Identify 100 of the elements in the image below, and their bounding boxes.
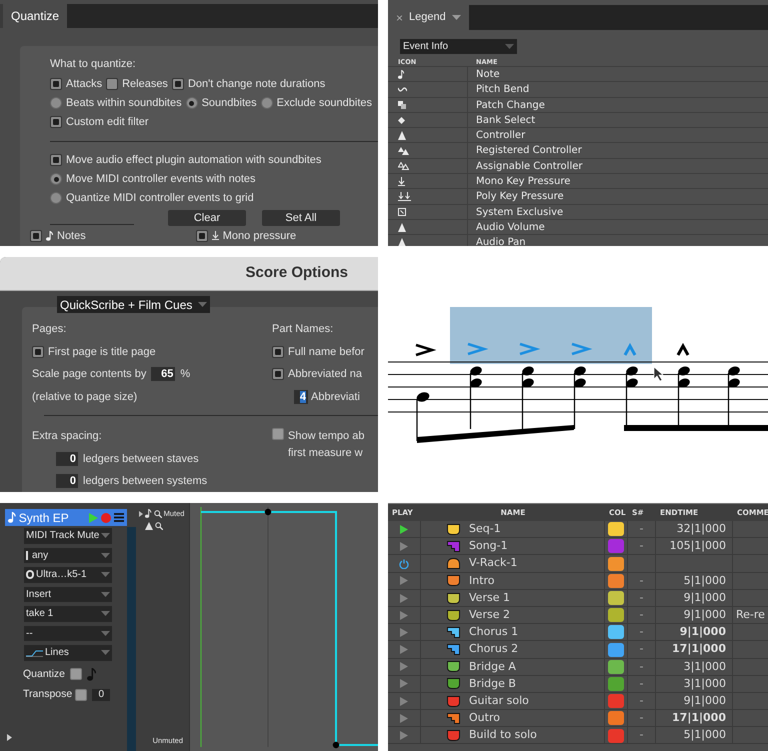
action-button[interactable]: Clear — [168, 210, 246, 226]
color-swatch[interactable] — [608, 728, 624, 742]
checkbox[interactable] — [196, 230, 208, 242]
color-swatch[interactable] — [608, 676, 624, 691]
track-name: Bridge B — [469, 676, 516, 692]
color-swatch[interactable] — [608, 625, 624, 640]
play-icon[interactable] — [400, 576, 408, 586]
caret-icon — [101, 552, 110, 558]
color-swatch[interactable] — [608, 539, 624, 554]
squares-icon — [398, 100, 406, 109]
color-swatch[interactable] — [608, 660, 624, 674]
table-cell-text: - — [640, 710, 644, 726]
expand-icon[interactable] — [7, 734, 12, 741]
radio-button[interactable] — [50, 97, 62, 109]
track-name: Outro — [469, 710, 500, 726]
checkbox[interactable] — [272, 346, 284, 358]
track-dropdown[interactable]: Ultra…k5-1 — [24, 567, 112, 582]
tab[interactable]: Quantize — [3, 4, 68, 28]
number-field[interactable]: 4 — [294, 390, 308, 404]
track-dropdown[interactable]: take 1 — [24, 606, 112, 622]
play-icon[interactable] — [400, 714, 408, 723]
play-icon[interactable] — [400, 594, 408, 602]
number-field[interactable]: 0 — [56, 474, 78, 488]
radio-button[interactable] — [50, 192, 62, 204]
color-swatch[interactable] — [608, 591, 624, 605]
table-row[interactable]: Bridge A - 3|1|000 — [388, 658, 768, 676]
checkbox[interactable] — [272, 428, 284, 440]
table-row[interactable]: Chorus 1 - 9|1|000 — [388, 624, 768, 642]
table-row[interactable]: V-Rack-1 — [388, 555, 768, 573]
play-icon[interactable] — [400, 645, 408, 654]
color-swatch[interactable] — [608, 556, 624, 571]
table-row[interactable]: Seq-1 - 32|1|000 — [388, 521, 768, 538]
track-dropdown[interactable]: -- — [24, 626, 112, 641]
checkbox[interactable] — [32, 346, 44, 358]
event-type-dropdown[interactable]: Event Info — [400, 39, 517, 54]
double-arrow-down-icon — [398, 192, 411, 202]
color-swatch[interactable] — [608, 608, 624, 622]
tab[interactable]: × Legend — [388, 5, 469, 30]
track-name: Chorus 2 — [469, 641, 518, 658]
caret-icon — [101, 572, 110, 578]
checkbox[interactable] — [75, 689, 88, 702]
track-dropdown[interactable]: any — [24, 548, 112, 563]
checkbox[interactable] — [30, 230, 42, 242]
expand-icon[interactable] — [139, 510, 144, 517]
number-field[interactable]: 0 — [56, 452, 78, 466]
number-field[interactable]: 65 — [151, 367, 176, 382]
checkbox[interactable] — [50, 116, 62, 128]
table-row[interactable]: Chorus 2 - 17|1|000 — [388, 641, 768, 658]
track-name: Synth EP — [18, 510, 70, 526]
play-icon[interactable] — [400, 662, 408, 672]
play-icon[interactable] — [400, 679, 408, 688]
color-swatch[interactable] — [608, 642, 624, 657]
checkbox[interactable] — [50, 154, 62, 166]
play-icon[interactable] — [400, 731, 408, 740]
radio-button[interactable] — [260, 97, 273, 109]
event-name: System Exclusive — [475, 206, 564, 219]
note-icon — [87, 668, 96, 681]
track-dropdown[interactable]: MIDI Track Mute — [24, 528, 112, 544]
option-label: Move MIDI controller events with notes — [66, 172, 256, 187]
play-icon[interactable] — [400, 542, 408, 551]
filter-label: Mono pressure — [222, 230, 296, 242]
table-row[interactable]: Bridge B - 3|1|000 — [388, 676, 768, 693]
color-swatch[interactable] — [608, 711, 624, 726]
table-row[interactable]: Build to solo - 5|1|000 — [388, 727, 768, 744]
menu-icon[interactable] — [114, 513, 124, 522]
color-swatch[interactable] — [608, 694, 624, 708]
table-row[interactable]: Guitar solo - 9|1|000 — [388, 692, 768, 710]
checkbox[interactable] — [50, 78, 62, 90]
radio-button[interactable] — [186, 97, 198, 109]
preset-dropdown[interactable]: QuickScribe + Film Cues — [57, 296, 210, 313]
play-icon[interactable] — [400, 696, 408, 706]
event-name: Mono Key Pressure — [475, 175, 570, 188]
color-swatch[interactable] — [608, 574, 624, 588]
table-row[interactable]: Outro - 17|1|000 — [388, 710, 768, 728]
table-row[interactable]: Verse 2 - 9|1|000 Re-re — [388, 606, 768, 624]
note-icon — [8, 512, 16, 523]
play-icon[interactable] — [400, 610, 408, 620]
checkbox[interactable] — [70, 668, 82, 680]
play-icon[interactable] — [400, 628, 408, 637]
color-swatch[interactable] — [608, 522, 624, 536]
close-icon[interactable]: × — [396, 8, 404, 26]
table-row[interactable]: Intro - 5|1|000 — [388, 572, 768, 590]
power-icon[interactable] — [399, 558, 409, 569]
triangles-icon — [398, 146, 409, 155]
search-icon[interactable] — [154, 510, 162, 518]
search-icon[interactable] — [155, 522, 164, 530]
track-dropdown[interactable]: Insert — [24, 586, 112, 602]
checkbox[interactable] — [172, 78, 184, 90]
table-cell-text: 105|1|000 — [670, 538, 726, 554]
radio-button[interactable] — [50, 173, 62, 185]
number-field[interactable]: 0 — [92, 689, 110, 702]
play-icon[interactable] — [400, 524, 408, 534]
action-button[interactable]: Set All — [262, 210, 340, 226]
table-row[interactable]: Song-1 - 105|1|000 — [388, 538, 768, 556]
checkbox[interactable] — [272, 368, 284, 380]
play-icon[interactable] — [89, 512, 98, 522]
table-row[interactable]: Verse 1 - 9|1|000 — [388, 590, 768, 607]
note-icon — [398, 70, 404, 79]
track-dropdown[interactable]: Lines — [24, 645, 112, 660]
checkbox[interactable] — [106, 78, 118, 90]
